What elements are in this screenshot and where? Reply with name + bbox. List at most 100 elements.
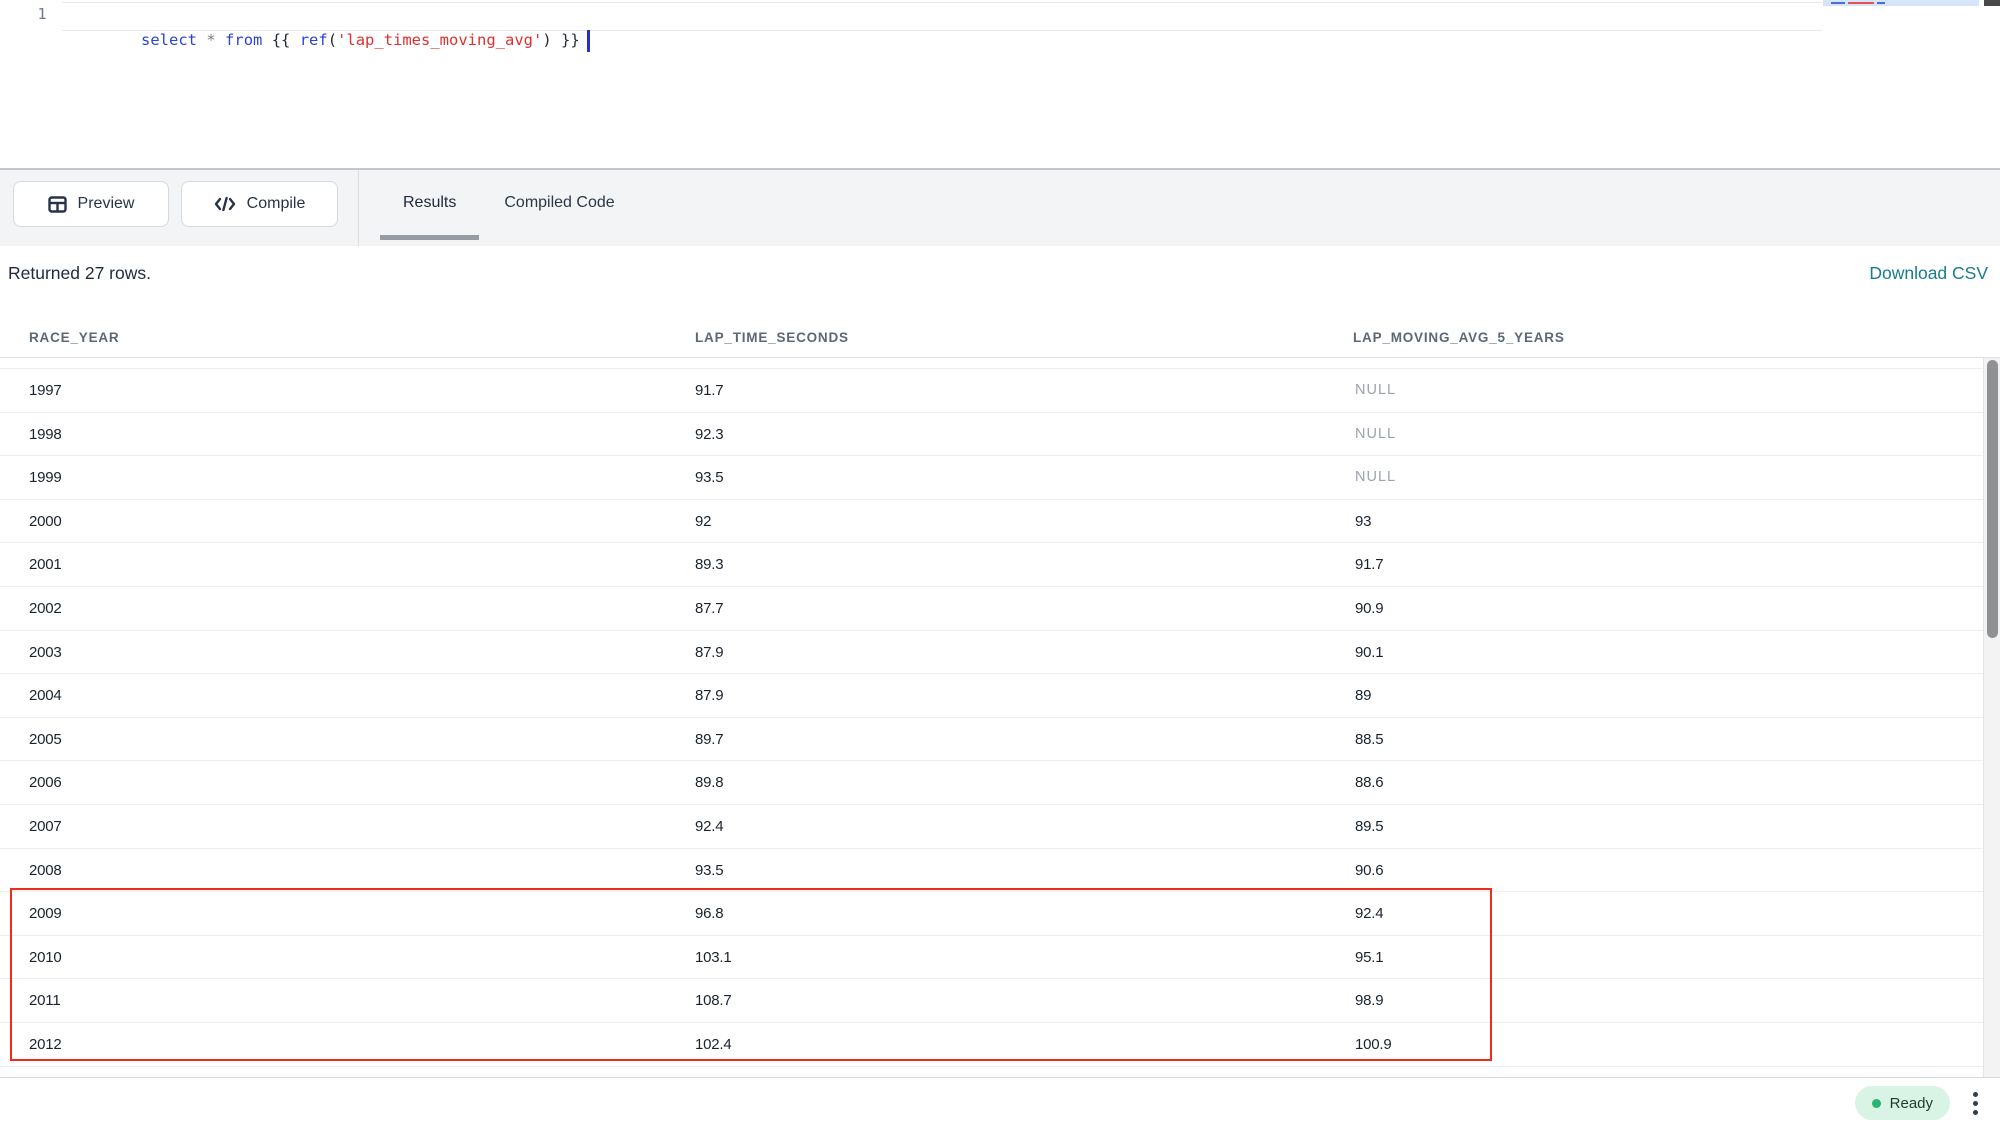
cell-lap-moving-avg-5-years: 88.5 (1355, 718, 1383, 762)
compile-button[interactable]: Compile (181, 181, 338, 227)
preview-button[interactable]: Preview (13, 181, 169, 227)
cell-lap-moving-avg-5-years: 90.9 (1355, 587, 1383, 631)
table-header: RACE_YEAR LAP_TIME_SECONDS LAP_MOVING_AV… (0, 322, 2000, 358)
cell-lap-time-seconds: 108.7 (695, 979, 732, 1023)
column-header-lap-moving-avg-5-years: LAP_MOVING_AVG_5_YEARS (1353, 330, 1565, 345)
status-label: Ready (1890, 1095, 1933, 1112)
cell-lap-time-seconds: 92.3 (695, 413, 723, 457)
cell-race-year: 1997 (29, 369, 62, 413)
cell-race-year: 2003 (29, 631, 62, 675)
tab-compiled-code[interactable]: Compiled Code (481, 170, 637, 240)
cell-lap-moving-avg-5-years: 90.6 (1355, 849, 1383, 893)
cell-race-year: 2007 (29, 805, 62, 849)
code-icon (214, 195, 236, 213)
cell-lap-moving-avg-5-years: 90.1 (1355, 631, 1383, 675)
table-row: 2005 89.7 88.5 (0, 718, 1983, 762)
row-count-summary: Returned 27 rows. (8, 263, 151, 284)
minimap-code-mark (1848, 2, 1874, 4)
table-row: 2000 92 93 (0, 500, 1983, 544)
table-row-highlighted: 200996.892.4 (0, 892, 1983, 936)
table-row: 1997 91.7 NULL (0, 369, 1983, 413)
results-scrollbar-thumb[interactable] (1987, 360, 1998, 638)
cell-race-year: 2008 (29, 849, 62, 893)
table-body: 199791.7NULL199892.3NULL199993.5NULL2000… (0, 368, 1983, 1067)
cell-lap-time-seconds: 87.9 (695, 631, 723, 675)
sql-statement: select * from {{ ref('lap_times_moving_a… (141, 31, 580, 49)
cell-lap-time-seconds: 91.7 (695, 369, 723, 413)
code-editor[interactable]: 1 select * from {{ ref('lap_times_moving… (0, 0, 2000, 168)
cell-lap-time-seconds: 92.4 (695, 805, 723, 849)
cell-race-year: 2012 (29, 1023, 62, 1067)
cell-lap-time-seconds: 92 (695, 500, 711, 544)
cell-lap-time-seconds: 89.8 (695, 761, 723, 805)
minimap-code-mark (1831, 2, 1845, 4)
table-grid-icon (48, 195, 67, 214)
cell-lap-time-seconds: 87.7 (695, 587, 723, 631)
editor-scrollbar-thumb[interactable] (1984, 0, 2000, 6)
cell-race-year: 2001 (29, 543, 62, 587)
cell-lap-moving-avg-5-years: 98.9 (1355, 979, 1383, 1023)
table-row-highlighted: 2010 103.1 95.1 (0, 936, 1983, 980)
download-csv-link[interactable]: Download CSV (1869, 263, 1988, 284)
cell-race-year: 2002 (29, 587, 62, 631)
code-token: 'lap_times_moving_avg' (337, 31, 542, 49)
column-header-lap-time-seconds: LAP_TIME_SECONDS (695, 330, 849, 345)
editor-code-line[interactable]: select * from {{ ref('lap_times_moving_a… (85, 4, 590, 28)
cell-lap-time-seconds: 93.5 (695, 849, 723, 893)
status-badge: Ready (1855, 1086, 1950, 1120)
cell-race-year: 2006 (29, 761, 62, 805)
code-token: ref (300, 31, 328, 49)
code-token (216, 31, 225, 49)
cell-lap-moving-avg-5-years: 100.9 (1355, 1023, 1392, 1067)
table-row: 2006 89.8 88.6 (0, 761, 1983, 805)
cell-lap-time-seconds: 93.5 (695, 456, 723, 500)
cell-lap-moving-avg-5-years: 89.5 (1355, 805, 1383, 849)
cell-lap-time-seconds: 102.4 (695, 1023, 732, 1067)
results-tabs: Results Compiled Code (380, 170, 638, 240)
cell-race-year: 2011 (29, 979, 60, 1023)
minimap-code-mark (1877, 2, 1885, 4)
cell-lap-moving-avg-5-years: 95.1 (1355, 936, 1383, 980)
code-token: from (225, 31, 262, 49)
results-scrollbar-track[interactable] (1983, 358, 2000, 1077)
code-token: select (141, 31, 197, 49)
code-token: ) (542, 31, 551, 49)
status-dot-icon (1872, 1099, 1881, 1108)
results-toolbar: Preview Compile Results Compiled Code (0, 170, 2000, 246)
cell-lap-time-seconds: 96.8 (695, 892, 723, 936)
status-bar: Ready (0, 1077, 2000, 1124)
column-header-race-year: RACE_YEAR (29, 330, 119, 345)
sql-ide-window: 1 select * from {{ ref('lap_times_moving… (0, 0, 2000, 1124)
table-row: 200487.989 (0, 674, 1983, 718)
table-row-highlighted: 2012 102.4 100.9 (0, 1023, 1983, 1067)
cell-lap-time-seconds: 103.1 (695, 936, 732, 980)
table-row: 2007 92.4 89.5 (0, 805, 1983, 849)
cell-lap-moving-avg-5-years: 93 (1355, 500, 1371, 544)
code-token: }} (552, 31, 580, 49)
cell-lap-moving-avg-5-years: NULL (1355, 369, 1396, 413)
tab-results[interactable]: Results (380, 170, 479, 240)
table-row: 2002 87.7 90.9 (0, 587, 1983, 631)
cell-lap-time-seconds: 89.7 (695, 718, 723, 762)
cell-race-year: 2010 (29, 936, 62, 980)
cell-race-year: 2005 (29, 718, 62, 762)
cell-lap-moving-avg-5-years: 88.6 (1355, 761, 1383, 805)
cell-race-year: 2000 (29, 500, 62, 544)
cell-race-year: 2004 (29, 674, 62, 718)
text-cursor (587, 30, 590, 52)
editor-minimap[interactable] (1823, 0, 1983, 168)
editor-line-number: 1 (30, 5, 54, 23)
cell-lap-moving-avg-5-years: 92.4 (1355, 892, 1383, 936)
table-row: 2001 89.3 91.7 (0, 543, 1983, 587)
cell-lap-moving-avg-5-years: 91.7 (1355, 543, 1383, 587)
table-row: 2008 93.5 90.6 (0, 849, 1983, 893)
compile-button-label: Compile (247, 195, 306, 213)
cell-lap-moving-avg-5-years: NULL (1355, 456, 1396, 500)
code-token (197, 31, 206, 49)
code-token: {{ (262, 31, 299, 49)
minimap-current-line (1823, 0, 1979, 6)
cell-lap-time-seconds: 87.9 (695, 674, 723, 718)
kebab-menu-icon[interactable] (1966, 1087, 1984, 1119)
code-token: * (206, 31, 215, 49)
cell-lap-time-seconds: 89.3 (695, 543, 723, 587)
